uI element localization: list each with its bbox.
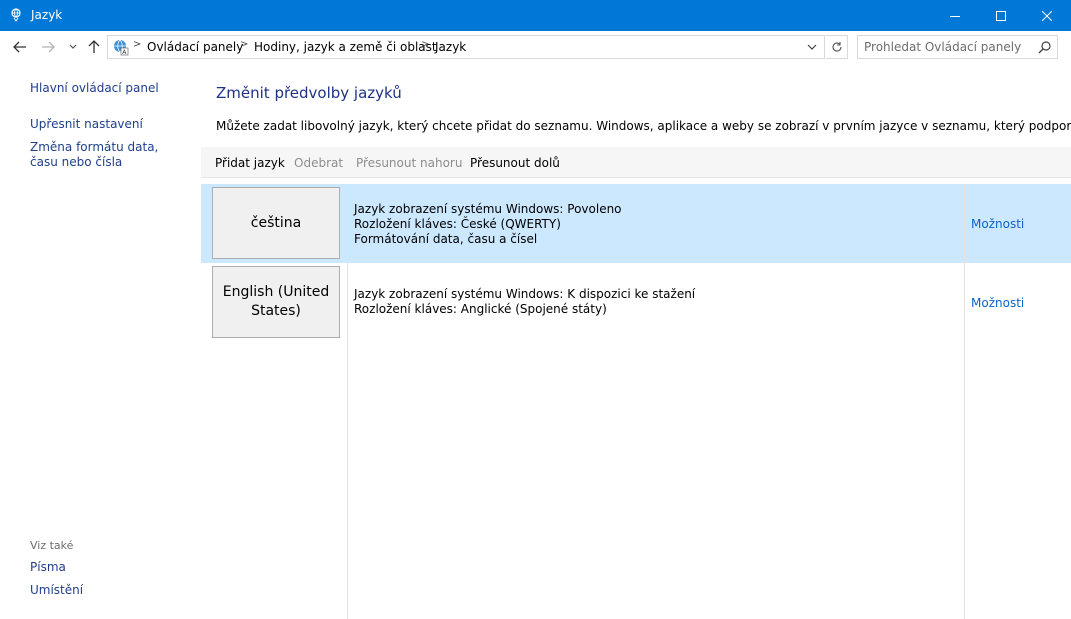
page-title: Změnit předvolby jazyků [216,84,402,102]
nav-link-advanced-settings[interactable]: Upřesnit nastavení [30,117,190,132]
language-details: Jazyk zobrazení systému Windows: Povolen… [354,202,622,247]
breadcrumb-separator-icon[interactable]: > [133,39,141,50]
recent-locations-button[interactable] [63,37,83,57]
minimize-icon [950,15,960,17]
see-also-heading: Viz také [30,539,74,552]
maximize-icon [996,10,1006,21]
address-bar[interactable]: A > Ovládací panely > Hodiny, jazyk a ze… [107,35,825,59]
move-up-button[interactable]: Přesunout nahoru [356,156,462,170]
close-button[interactable] [1024,0,1070,31]
window-title: Jazyk [31,8,63,22]
breadcrumb-separator-icon[interactable]: > [421,39,429,50]
display-language-status: Jazyk zobrazení systému Windows: K dispo… [354,287,696,301]
up-button[interactable] [84,37,104,57]
language-button-czech[interactable]: čeština [212,187,340,259]
language-row-czech[interactable]: čeština Jazyk zobrazení systému Windows:… [201,184,1071,263]
add-language-button[interactable]: Přidat jazyk [215,156,285,170]
nav-link-control-panel-home[interactable]: Hlavní ovládací panel [30,81,190,96]
chevron-down-icon [69,44,77,49]
remove-language-button[interactable]: Odebrat [294,156,343,170]
maximize-button[interactable] [978,0,1024,31]
search-box[interactable] [857,35,1058,59]
search-input[interactable] [864,39,1034,55]
language-button-english[interactable]: English (United States) [212,266,340,338]
breadcrumb-separator-icon[interactable]: > [240,39,248,50]
keyboard-layout: Rozložení kláves: Anglické (Spojené stát… [354,302,607,316]
control-panel-icon: A [114,39,129,56]
options-link-czech[interactable]: Možnosti [971,217,1024,231]
formatting-info: Formátování data, času a čísel [354,232,538,246]
refresh-icon [831,42,842,52]
minimize-button[interactable] [932,0,978,31]
language-toolbar: Přidat jazyk Odebrat Přesunout nahoru Př… [201,147,1071,178]
address-row: A > Ovládací panely > Hodiny, jazyk a ze… [0,31,1071,63]
arrow-up-icon [88,40,100,53]
nav-link-location[interactable]: Umístění [30,583,190,598]
refresh-button[interactable] [826,35,848,59]
page-description: Můžete zadat libovolný jazyk, který chce… [216,119,1071,133]
nav-link-fonts[interactable]: Písma [30,560,190,575]
arrow-left-icon [13,41,26,53]
back-button[interactable] [10,37,30,57]
close-icon [1042,10,1052,21]
display-language-status: Jazyk zobrazení systému Windows: Povolen… [354,202,622,216]
nav-link-change-date-format[interactable]: Změna formátu data, času nebo čísla [30,140,180,170]
language-list: čeština Jazyk zobrazení systému Windows:… [201,184,1071,619]
search-icon[interactable] [1038,40,1052,54]
language-app-icon [11,8,21,22]
breadcrumb-language[interactable]: Jazyk [435,40,466,54]
language-row-english[interactable]: English (United States) Jazyk zobrazení … [201,263,1071,342]
chevron-down-icon[interactable] [805,40,819,54]
keyboard-layout: Rozložení kláves: České (QWERTY) [354,217,561,231]
options-link-english[interactable]: Možnosti [971,296,1024,310]
forward-button[interactable] [38,37,58,57]
arrow-right-icon [42,41,55,53]
title-bar[interactable]: Jazyk [0,0,1071,31]
language-details: Jazyk zobrazení systému Windows: K dispo… [354,287,695,317]
breadcrumb-clock-language-region[interactable]: Hodiny, jazyk a země či oblast [254,40,437,54]
main-content: Změnit předvolby jazyků Můžete zadat lib… [201,63,1071,619]
column-divider [347,184,348,619]
left-navigation: Hlavní ovládací panel Upřesnit nastavení… [0,63,201,619]
move-down-button[interactable]: Přesunout dolů [470,156,560,170]
column-divider [964,184,965,619]
breadcrumb-control-panel[interactable]: Ovládací panely [147,40,243,54]
